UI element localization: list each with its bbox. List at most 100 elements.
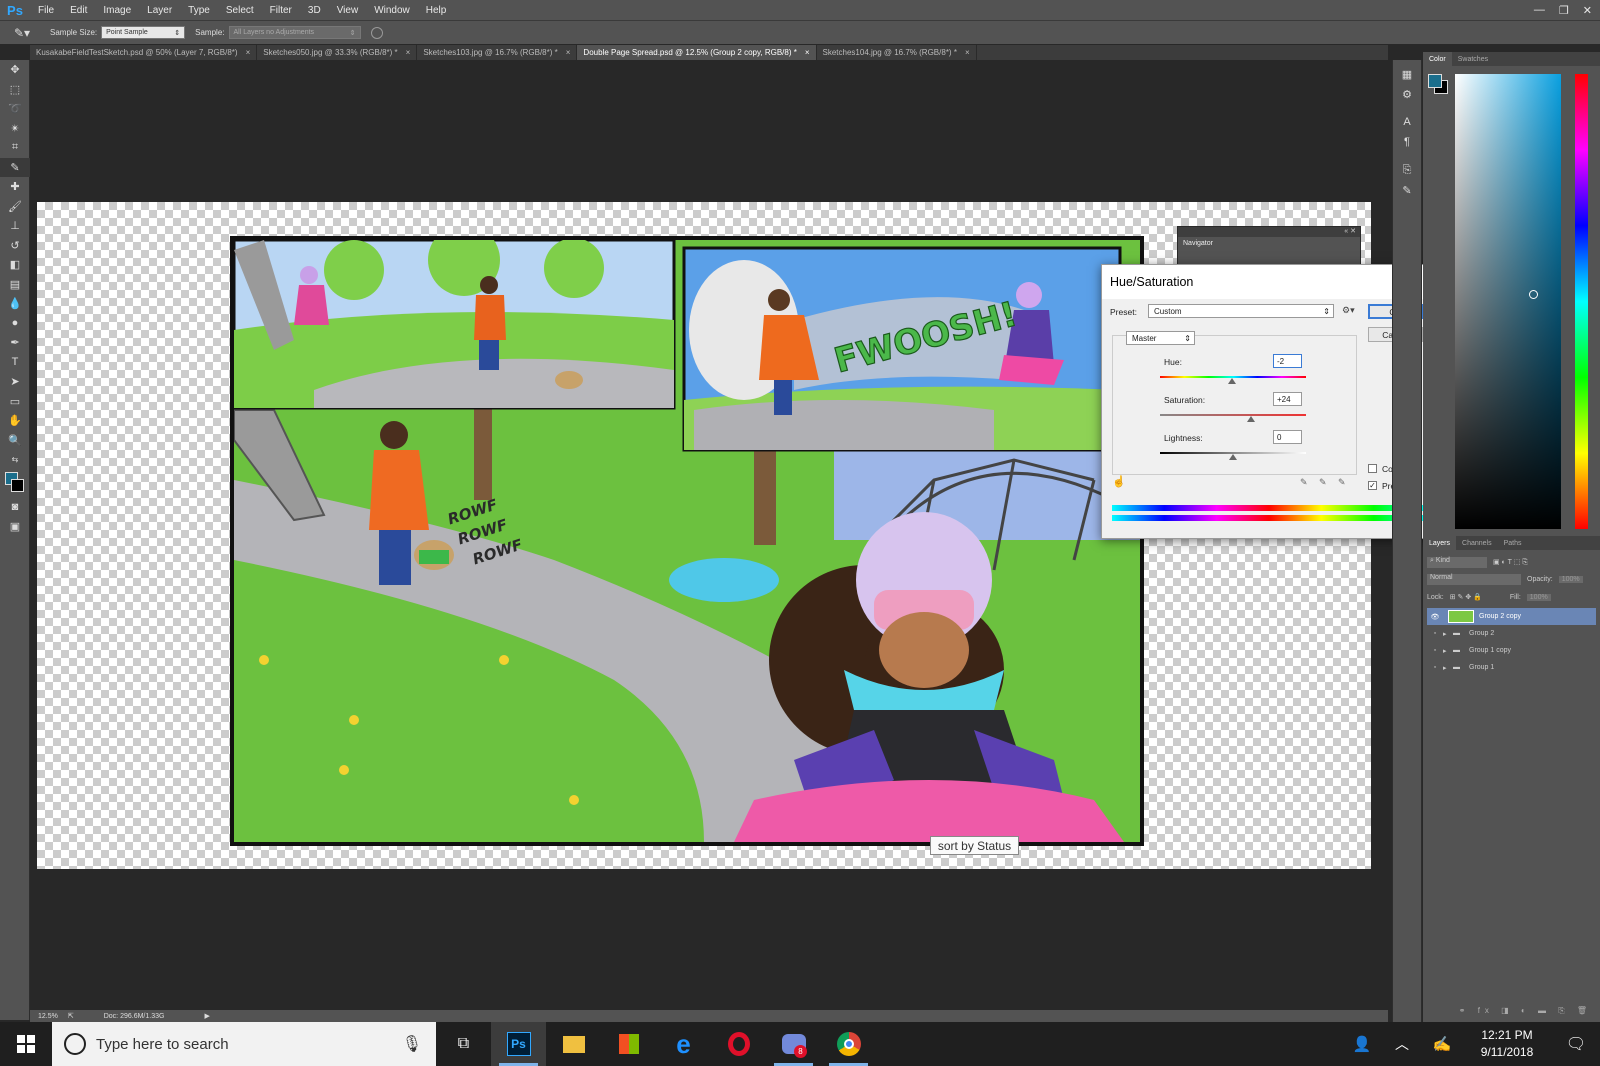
export-icon[interactable]: ⇱ (68, 1012, 74, 1020)
task-view-button[interactable]: ⧉ (436, 1022, 491, 1066)
tab-kusakabe[interactable]: KusakabeFieldTestSketch.psd @ 50% (Layer… (30, 45, 258, 60)
expand-arrow-icon[interactable]: ▸ (1443, 647, 1453, 655)
taskbar-chrome[interactable] (821, 1022, 876, 1066)
properties-panel-icon[interactable]: ⚙ (1393, 84, 1421, 104)
zoom-level[interactable]: 12.5% (38, 1013, 58, 1020)
layer-row-group-2-copy[interactable]: 👁 Group 2 copy (1427, 608, 1596, 625)
tab-color[interactable]: Color (1423, 52, 1452, 66)
history-panel-icon[interactable]: ▦ (1393, 64, 1421, 84)
lightness-slider-thumb[interactable] (1229, 454, 1237, 460)
screen-mode-icon[interactable]: ▣ (0, 517, 30, 537)
color-spectrum-field[interactable] (1455, 74, 1561, 529)
saturation-slider-thumb[interactable] (1246, 416, 1255, 422)
eyedropper-plus-icon[interactable]: ✎ (1319, 477, 1327, 488)
lightness-input[interactable]: 0 (1273, 430, 1302, 444)
tab-swatches[interactable]: Swatches (1452, 52, 1494, 66)
pen-workspace-icon[interactable]: ✍ (1422, 1035, 1462, 1053)
crop-tool-icon[interactable]: ⌗ (0, 138, 30, 158)
visibility-empty-icon[interactable]: ▫ (1427, 647, 1443, 654)
taskbar-store[interactable] (601, 1022, 656, 1066)
menu-type[interactable]: Type (180, 5, 218, 16)
menu-layer[interactable]: Layer (139, 5, 180, 16)
default-colors-icon[interactable]: ⇆ (0, 450, 30, 470)
taskbar-search-box[interactable]: Type here to search 🎙 (52, 1022, 436, 1066)
hue-strip[interactable] (1575, 74, 1588, 529)
path-selection-tool-icon[interactable]: ➤ (0, 372, 30, 392)
layers-footer-icons[interactable]: ⚭ fx ◨ ◐ ▬ ⎘ 🗑 (1423, 1006, 1600, 1018)
eyedropper-tool-icon[interactable]: ✎ (0, 157, 30, 177)
menu-file[interactable]: File (30, 5, 62, 16)
menu-window[interactable]: Window (366, 5, 418, 16)
sample-select[interactable]: All Layers no Adjustments ⇕ (228, 26, 361, 39)
navigator-panel-header[interactable]: « ✕ (1178, 227, 1360, 237)
character-panel-icon[interactable]: A (1393, 112, 1421, 132)
layer-row-group-1-copy[interactable]: ▫ ▸ ▬ Group 1 copy (1427, 642, 1596, 659)
tab-close-icon[interactable]: × (805, 48, 810, 57)
magic-wand-tool-icon[interactable]: ✴ (0, 119, 30, 139)
status-menu-arrow-icon[interactable]: ▶ (204, 1012, 209, 1020)
start-button[interactable] (0, 1022, 52, 1066)
menu-filter[interactable]: Filter (262, 5, 300, 16)
rectangle-tool-icon[interactable]: ▭ (0, 392, 30, 412)
clock[interactable]: 12:21 PM 9/11/2018 (1462, 1027, 1552, 1061)
lock-icons[interactable]: ⊞ ✎ ✥ 🔒 (1450, 593, 1482, 601)
visibility-eye-icon[interactable]: 👁 (1427, 613, 1443, 621)
pen-tool-icon[interactable]: ✒ (0, 333, 30, 353)
tab-channels[interactable]: Channels (1456, 536, 1498, 550)
colorize-checkbox[interactable] (1368, 464, 1377, 473)
sample-size-select[interactable]: Point Sample ⇕ (101, 26, 186, 39)
brush-presets-panel-icon[interactable]: ✎ (1393, 180, 1421, 200)
eyedropper-icon[interactable]: ✎ (1300, 477, 1308, 488)
preset-select[interactable]: Custom ⇕ (1148, 304, 1334, 318)
microphone-icon[interactable]: 🎙 (402, 1034, 422, 1054)
tab-layers[interactable]: Layers (1423, 536, 1457, 550)
preview-checkbox[interactable]: ✓ (1368, 481, 1377, 490)
tab-sketches104[interactable]: Sketches104.jpg @ 16.7% (RGB/8*) * × (817, 45, 977, 60)
layer-row-group-2[interactable]: ▫ ▸ ▬ Group 2 (1427, 625, 1596, 642)
menu-view[interactable]: View (329, 5, 367, 16)
visibility-empty-icon[interactable]: ▫ (1427, 664, 1443, 671)
blur-tool-icon[interactable]: 💧 (0, 294, 30, 314)
tab-close-icon[interactable]: × (566, 48, 571, 57)
gradient-tool-icon[interactable]: ▤ (0, 275, 30, 295)
saturation-slider-track[interactable] (1160, 414, 1306, 416)
targeted-adjustment-hand-icon[interactable]: ☝ (1112, 475, 1126, 488)
eyedropper-minus-icon[interactable]: ✎ (1338, 477, 1346, 488)
tab-close-icon[interactable]: × (246, 48, 251, 57)
tab-close-icon[interactable]: × (406, 48, 411, 57)
zoom-tool-icon[interactable]: 🔍 (0, 431, 30, 451)
people-icon[interactable]: 👤 (1342, 1035, 1382, 1053)
expand-arrow-icon[interactable]: ▸ (1443, 664, 1453, 672)
eraser-tool-icon[interactable]: ◧ (0, 255, 30, 275)
action-center-icon[interactable]: 🗨 (1552, 1034, 1600, 1054)
hue-input[interactable]: -2 (1273, 354, 1302, 368)
hand-tool-icon[interactable]: ✋ (0, 411, 30, 431)
type-tool-icon[interactable]: T (0, 353, 30, 373)
menu-edit[interactable]: Edit (62, 5, 95, 16)
tab-close-icon[interactable]: × (965, 48, 970, 57)
hue-slider-thumb[interactable] (1228, 378, 1237, 384)
taskbar-edge[interactable]: e (656, 1022, 711, 1066)
preset-options-gear-icon[interactable]: ⚙▾ (1342, 305, 1355, 316)
menu-help[interactable]: Help (418, 5, 455, 16)
foreground-color-swatch[interactable] (1428, 74, 1442, 88)
dialog-title-bar[interactable]: Hue/Saturation ✕ (1102, 265, 1431, 299)
clone-source-panel-icon[interactable]: ⎘ (1393, 160, 1421, 180)
taskbar-discord[interactable]: 8 (766, 1022, 821, 1066)
channel-select[interactable]: Master ⇕ (1126, 331, 1195, 345)
paragraph-panel-icon[interactable]: ¶ (1393, 132, 1421, 152)
opacity-input[interactable]: 100% (1558, 575, 1583, 583)
visibility-empty-icon[interactable]: ▫ (1427, 630, 1443, 637)
move-tool-icon[interactable]: ✥ (0, 60, 30, 80)
lasso-tool-icon[interactable]: ➰ (0, 99, 30, 119)
tab-paths[interactable]: Paths (1498, 536, 1528, 550)
taskbar-photoshop[interactable]: Ps (491, 1022, 546, 1066)
healing-brush-tool-icon[interactable]: ✚ (0, 177, 30, 197)
taskbar-opera[interactable] (711, 1022, 766, 1066)
menu-3d[interactable]: 3D (300, 5, 329, 16)
minimize-button[interactable]: — (1534, 4, 1545, 16)
navigator-tab[interactable]: Navigator (1178, 237, 1360, 249)
background-color-swatch[interactable] (11, 478, 24, 492)
brush-tool-icon[interactable]: 🖌 (0, 197, 30, 217)
color-picker-ring[interactable] (1529, 290, 1538, 299)
